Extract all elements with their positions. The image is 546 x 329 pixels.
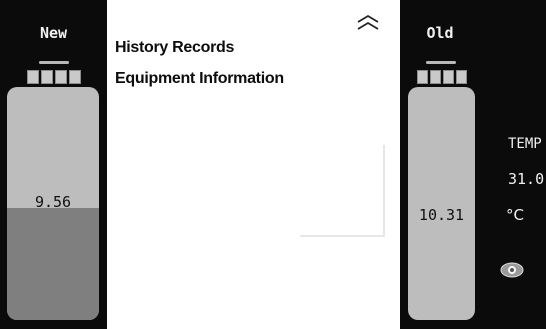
background-artifact (383, 145, 385, 235)
temp-unit: °C (506, 206, 524, 224)
old-divider-line (426, 61, 456, 64)
new-battery-gauge: 9.56 (7, 87, 99, 320)
temp-value: 31.0 (508, 170, 545, 188)
eye-icon[interactable] (500, 262, 524, 278)
old-battery-cap (417, 70, 467, 84)
new-divider-line (39, 61, 69, 64)
new-panel-title: New (39, 24, 68, 42)
temp-label: TEMP (508, 136, 542, 152)
old-battery-value: 10.31 (418, 206, 465, 224)
old-battery-gauge: 10.31 (408, 87, 475, 320)
new-panel: New 9.56 (0, 0, 107, 329)
background-artifact (300, 235, 385, 237)
old-panel: Old 10.31 TEMP 31.0 °C (400, 0, 546, 329)
new-battery-fill (7, 208, 99, 320)
side-menu: History Records Equipment Information (108, 33, 318, 128)
menu-item-history-records[interactable]: History Records (115, 39, 234, 57)
menu-item-equipment-information[interactable]: Equipment Information (115, 70, 284, 88)
new-battery-value: 9.56 (34, 193, 72, 211)
new-battery-cap (27, 70, 81, 84)
old-panel-title: Old (426, 24, 454, 42)
collapse-chevron-icon[interactable] (355, 13, 381, 33)
